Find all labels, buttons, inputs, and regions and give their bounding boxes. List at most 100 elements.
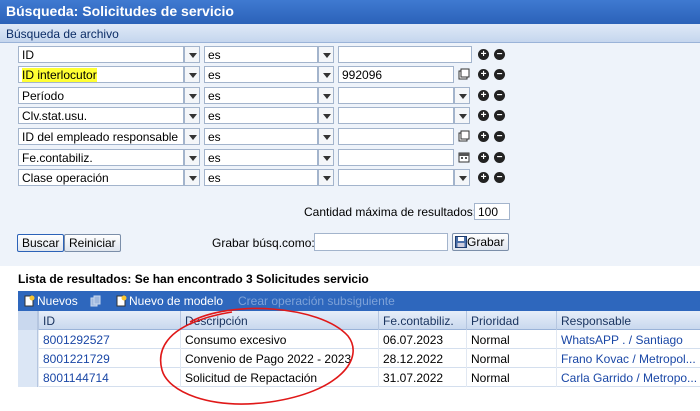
remove-row-icon[interactable]: −: [494, 69, 505, 80]
calendar-icon[interactable]: [458, 151, 470, 163]
description-cell: Convenio de Pago 2022 - 2023: [180, 349, 378, 368]
remove-row-icon[interactable]: −: [494, 110, 505, 121]
table-header: ID Descripción Fe.contabiliz. Prioridad …: [18, 311, 700, 330]
value-help-icon[interactable]: [458, 130, 470, 142]
chevron-down-icon[interactable]: [318, 149, 334, 166]
chevron-down-icon[interactable]: [184, 66, 200, 83]
responsible-link[interactable]: WhatsAPP . / Santiago: [556, 330, 700, 349]
column-header-responsible[interactable]: Responsable: [556, 311, 700, 330]
results-toolbar: Nuevos Nuevo de modelo Crear operación s…: [18, 291, 700, 311]
section-header-archive-search: Búsqueda de archivo: [0, 24, 700, 43]
new-button[interactable]: Nuevos: [24, 294, 78, 308]
value-help-icon[interactable]: [458, 68, 470, 80]
responsible-link[interactable]: Frano Kovac / Metropol...: [556, 349, 700, 368]
chevron-down-icon[interactable]: [318, 107, 334, 124]
chevron-down-icon[interactable]: [184, 169, 200, 186]
priority-cell: Normal: [466, 368, 556, 387]
service-request-id-link[interactable]: 8001221729: [38, 349, 180, 368]
chevron-down-icon[interactable]: [454, 87, 470, 104]
operator-select[interactable]: es: [204, 128, 318, 145]
row-selector[interactable]: [18, 349, 38, 368]
table-row[interactable]: 8001292527 Consumo excesivo 06.07.2023 N…: [18, 330, 700, 349]
field-select[interactable]: Clv.stat.usu.: [18, 107, 184, 124]
remove-row-icon[interactable]: −: [494, 172, 505, 183]
field-select[interactable]: ID del empleado responsable: [18, 128, 184, 145]
row-selector[interactable]: [18, 330, 38, 349]
column-header-id[interactable]: ID: [38, 311, 180, 330]
add-row-icon[interactable]: +: [478, 172, 489, 183]
operator-select[interactable]: es: [204, 66, 318, 83]
value-select[interactable]: [338, 87, 454, 104]
value-input[interactable]: 992096: [338, 66, 454, 83]
column-header-priority[interactable]: Prioridad: [466, 311, 556, 330]
field-select[interactable]: ID interlocutor: [18, 66, 184, 83]
service-request-id-link[interactable]: 8001292527: [38, 330, 180, 349]
chevron-down-icon[interactable]: [454, 107, 470, 124]
copy-button[interactable]: [90, 294, 103, 308]
chevron-down-icon[interactable]: [184, 149, 200, 166]
value-input[interactable]: [338, 128, 454, 145]
operator-select[interactable]: es: [204, 87, 318, 104]
highlighted-field-label: ID interlocutor: [22, 68, 97, 82]
value-input[interactable]: [338, 149, 454, 166]
new-from-template-label: Nuevo de modelo: [129, 294, 224, 308]
floppy-disk-icon: [455, 236, 467, 248]
table-row[interactable]: 8001221729 Convenio de Pago 2022 - 2023 …: [18, 349, 700, 368]
table-row[interactable]: 8001144714 Solicitud de Repactación 31.0…: [18, 368, 700, 387]
search-button[interactable]: Buscar: [17, 234, 65, 252]
posting-date-cell: 06.07.2023: [378, 330, 466, 349]
field-select[interactable]: Fe.contabiliz.: [18, 149, 184, 166]
new-document-icon: [24, 295, 35, 307]
chevron-down-icon[interactable]: [318, 128, 334, 145]
column-header-posting-date[interactable]: Fe.contabiliz.: [378, 311, 466, 330]
add-row-icon[interactable]: +: [478, 90, 489, 101]
chevron-down-icon[interactable]: [318, 87, 334, 104]
row-selector[interactable]: [18, 368, 38, 387]
operator-select[interactable]: es: [204, 149, 318, 166]
save-button-label: Grabar: [467, 235, 505, 249]
priority-cell: Normal: [466, 349, 556, 368]
field-select[interactable]: ID: [18, 46, 184, 63]
chevron-down-icon[interactable]: [184, 128, 200, 145]
remove-row-icon[interactable]: −: [494, 131, 505, 142]
chevron-down-icon[interactable]: [454, 169, 470, 186]
field-select[interactable]: Período: [18, 87, 184, 104]
operator-select[interactable]: es: [204, 169, 318, 186]
remove-row-icon[interactable]: −: [494, 49, 505, 60]
add-row-icon[interactable]: +: [478, 49, 489, 60]
chevron-down-icon[interactable]: [184, 87, 200, 104]
column-header-description[interactable]: Descripción: [180, 311, 378, 330]
add-row-icon[interactable]: +: [478, 110, 489, 121]
field-select[interactable]: Clase operación: [18, 169, 184, 186]
select-all-column[interactable]: [18, 311, 38, 330]
results-title: Lista de resultados: Se han encontrado 3…: [18, 272, 369, 286]
value-input[interactable]: [338, 46, 472, 63]
operator-select[interactable]: es: [204, 107, 318, 124]
chevron-down-icon[interactable]: [318, 169, 334, 186]
save-search-as-label: Grabar búsq.como:: [212, 236, 315, 250]
operator-select[interactable]: es: [204, 46, 318, 63]
posting-date-cell: 31.07.2022: [378, 368, 466, 387]
max-results-input[interactable]: 100: [474, 203, 510, 220]
new-from-template-button[interactable]: Nuevo de modelo: [116, 294, 223, 308]
add-row-icon[interactable]: +: [478, 69, 489, 80]
add-row-icon[interactable]: +: [478, 152, 489, 163]
responsible-link[interactable]: Carla Garrido / Metropo...: [556, 368, 700, 387]
priority-cell: Normal: [466, 330, 556, 349]
chevron-down-icon[interactable]: [318, 66, 334, 83]
value-select[interactable]: [338, 107, 454, 124]
value-select[interactable]: [338, 169, 454, 186]
template-document-icon: [116, 295, 127, 307]
chevron-down-icon[interactable]: [184, 46, 200, 63]
save-search-button[interactable]: Grabar: [452, 233, 510, 251]
add-row-icon[interactable]: +: [478, 131, 489, 142]
create-follow-up-button[interactable]: Crear operación subsiguiente: [238, 294, 395, 308]
new-button-label: Nuevos: [37, 294, 78, 308]
remove-row-icon[interactable]: −: [494, 90, 505, 101]
remove-row-icon[interactable]: −: [494, 152, 505, 163]
reset-button[interactable]: Reiniciar: [64, 234, 121, 252]
chevron-down-icon[interactable]: [184, 107, 200, 124]
chevron-down-icon[interactable]: [318, 46, 334, 63]
save-search-name-input[interactable]: [314, 233, 448, 251]
service-request-id-link[interactable]: 8001144714: [38, 368, 180, 387]
